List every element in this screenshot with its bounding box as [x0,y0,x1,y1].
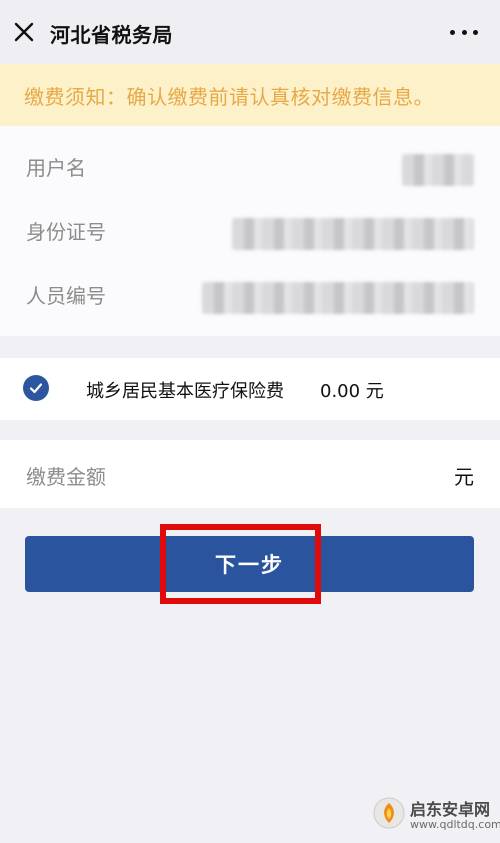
info-row-id-number: 身份证号 [0,200,500,264]
person-number-label: 人员编号 [26,284,106,308]
id-number-label: 身份证号 [26,220,106,244]
info-row-username: 用户名 [0,136,500,200]
page-title: 河北省税务局 [50,23,173,47]
info-row-person-number: 人员编号 [0,264,500,328]
fee-name: 城乡居民基本医疗保险费 [86,381,284,402]
fee-checkbox[interactable] [23,375,49,401]
person-number-value-redacted [202,282,474,314]
more-options-button[interactable] [450,22,478,42]
highlight-box [160,524,321,604]
payment-amount-row: 缴费金额 元 [0,440,500,508]
watermark: 启东安卓网 www.qdltdq.com [372,790,500,840]
notice-banner: 缴费须知：确认缴费前请认真核对缴费信息。 [0,64,500,126]
id-number-value-redacted [232,218,474,250]
username-label: 用户名 [26,156,86,180]
fee-amount: 0.00 元 [320,381,384,402]
more-horizontal-icon [450,29,455,35]
username-value-redacted [402,154,474,186]
close-button[interactable] [12,20,36,44]
payment-amount-unit: 元 [454,465,474,489]
checkmark-icon [29,383,43,394]
title-bar: 河北省税务局 [0,0,500,64]
payment-amount-label: 缴费金额 [26,465,106,489]
watermark-text: 启东安卓网 [410,800,491,819]
notice-text: 缴费须知：确认缴费前请认真核对缴费信息。 [24,84,434,109]
close-icon [14,22,34,42]
user-info-card: 用户名 身份证号 人员编号 [0,126,500,336]
watermark-url: www.qdltdq.com [410,818,500,831]
watermark-logo-icon [373,797,405,829]
fee-item[interactable]: 城乡居民基本医疗保险费 0.00 元 [0,358,500,420]
